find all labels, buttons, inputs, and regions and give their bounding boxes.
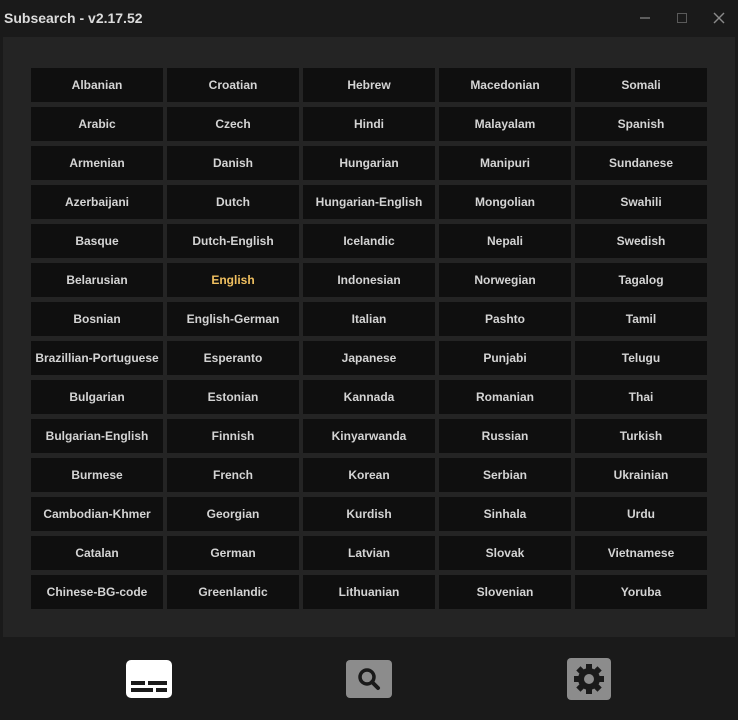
language-button-hindi[interactable]: Hindi	[303, 107, 435, 141]
language-grid: Albanian Croatian Hebrew Macedonian Somali Ar…	[31, 68, 707, 609]
language-button-french[interactable]: French	[167, 458, 299, 492]
search-icon	[346, 660, 392, 698]
close-button[interactable]	[704, 4, 734, 32]
title-bar: Subsearch - v2.17.52	[0, 0, 738, 36]
language-button-sinhala[interactable]: Sinhala	[439, 497, 571, 531]
language-button-belarusian[interactable]: Belarusian	[31, 263, 163, 297]
language-button-catalan[interactable]: Catalan	[31, 536, 163, 570]
language-button-manipuri[interactable]: Manipuri	[439, 146, 571, 180]
language-button-vietnamese[interactable]: Vietnamese	[575, 536, 707, 570]
search-button[interactable]	[346, 659, 392, 699]
subtitles-button[interactable]	[126, 659, 172, 699]
language-button-spanish[interactable]: Spanish	[575, 107, 707, 141]
maximize-button[interactable]	[667, 4, 697, 32]
language-button-mongolian[interactable]: Mongolian	[439, 185, 571, 219]
settings-button[interactable]	[566, 658, 612, 700]
bottom-nav	[0, 637, 738, 720]
language-button-urdu[interactable]: Urdu	[575, 497, 707, 531]
language-button-finnish[interactable]: Finnish	[167, 419, 299, 453]
language-button-azerbaijani[interactable]: Azerbaijani	[31, 185, 163, 219]
language-button-italian[interactable]: Italian	[303, 302, 435, 336]
language-button-czech[interactable]: Czech	[167, 107, 299, 141]
language-button-punjabi[interactable]: Punjabi	[439, 341, 571, 375]
language-button-malayalam[interactable]: Malayalam	[439, 107, 571, 141]
language-button-swedish[interactable]: Swedish	[575, 224, 707, 258]
language-button-lithuanian[interactable]: Lithuanian	[303, 575, 435, 609]
language-button-slovenian[interactable]: Slovenian	[439, 575, 571, 609]
language-button-bosnian[interactable]: Bosnian	[31, 302, 163, 336]
language-button-japanese[interactable]: Japanese	[303, 341, 435, 375]
minimize-button[interactable]	[630, 4, 660, 32]
language-button-hebrew[interactable]: Hebrew	[303, 68, 435, 102]
language-panel: Albanian Croatian Hebrew Macedonian Somali Ar…	[3, 37, 735, 637]
language-button-georgian[interactable]: Georgian	[167, 497, 299, 531]
language-button-english[interactable]: English	[167, 263, 299, 297]
language-button-yoruba[interactable]: Yoruba	[575, 575, 707, 609]
language-button-korean[interactable]: Korean	[303, 458, 435, 492]
language-button-chinese-bg-code[interactable]: Chinese-BG-code	[31, 575, 163, 609]
language-button-tamil[interactable]: Tamil	[575, 302, 707, 336]
language-button-norwegian[interactable]: Norwegian	[439, 263, 571, 297]
language-button-indonesian[interactable]: Indonesian	[303, 263, 435, 297]
language-button-hungarian[interactable]: Hungarian	[303, 146, 435, 180]
language-button-kannada[interactable]: Kannada	[303, 380, 435, 414]
language-button-burmese[interactable]: Burmese	[31, 458, 163, 492]
language-button-danish[interactable]: Danish	[167, 146, 299, 180]
minimize-icon	[640, 17, 650, 19]
language-button-armenian[interactable]: Armenian	[31, 146, 163, 180]
language-button-greenlandic[interactable]: Greenlandic	[167, 575, 299, 609]
language-button-dutch-english[interactable]: Dutch-English	[167, 224, 299, 258]
language-button-somali[interactable]: Somali	[575, 68, 707, 102]
window-title: Subsearch - v2.17.52	[4, 10, 143, 26]
language-button-basque[interactable]: Basque	[31, 224, 163, 258]
language-button-bulgarian[interactable]: Bulgarian	[31, 380, 163, 414]
language-button-dutch[interactable]: Dutch	[167, 185, 299, 219]
language-button-icelandic[interactable]: Icelandic	[303, 224, 435, 258]
language-button-cambodian-khmer[interactable]: Cambodian-Khmer	[31, 497, 163, 531]
subtitles-icon	[126, 660, 172, 698]
language-button-estonian[interactable]: Estonian	[167, 380, 299, 414]
language-button-serbian[interactable]: Serbian	[439, 458, 571, 492]
language-button-thai[interactable]: Thai	[575, 380, 707, 414]
language-button-bulgarian-english[interactable]: Bulgarian-English	[31, 419, 163, 453]
language-button-hungarian-english[interactable]: Hungarian-English	[303, 185, 435, 219]
language-button-latvian[interactable]: Latvian	[303, 536, 435, 570]
language-button-croatian[interactable]: Croatian	[167, 68, 299, 102]
language-button-ukrainian[interactable]: Ukrainian	[575, 458, 707, 492]
language-button-russian[interactable]: Russian	[439, 419, 571, 453]
language-button-kinyarwanda[interactable]: Kinyarwanda	[303, 419, 435, 453]
language-button-turkish[interactable]: Turkish	[575, 419, 707, 453]
language-button-telugu[interactable]: Telugu	[575, 341, 707, 375]
language-button-english-german[interactable]: English-German	[167, 302, 299, 336]
language-button-pashto[interactable]: Pashto	[439, 302, 571, 336]
language-button-kurdish[interactable]: Kurdish	[303, 497, 435, 531]
language-button-albanian[interactable]: Albanian	[31, 68, 163, 102]
language-button-macedonian[interactable]: Macedonian	[439, 68, 571, 102]
language-button-tagalog[interactable]: Tagalog	[575, 263, 707, 297]
language-button-arabic[interactable]: Arabic	[31, 107, 163, 141]
close-icon	[713, 12, 725, 24]
maximize-icon	[677, 13, 687, 23]
gear-icon	[567, 658, 611, 700]
language-button-german[interactable]: German	[167, 536, 299, 570]
language-button-romanian[interactable]: Romanian	[439, 380, 571, 414]
language-button-nepali[interactable]: Nepali	[439, 224, 571, 258]
language-button-slovak[interactable]: Slovak	[439, 536, 571, 570]
language-button-sundanese[interactable]: Sundanese	[575, 146, 707, 180]
language-button-esperanto[interactable]: Esperanto	[167, 341, 299, 375]
language-button-brazillian-portuguese[interactable]: Brazillian-Portuguese	[31, 341, 163, 375]
language-button-swahili[interactable]: Swahili	[575, 185, 707, 219]
